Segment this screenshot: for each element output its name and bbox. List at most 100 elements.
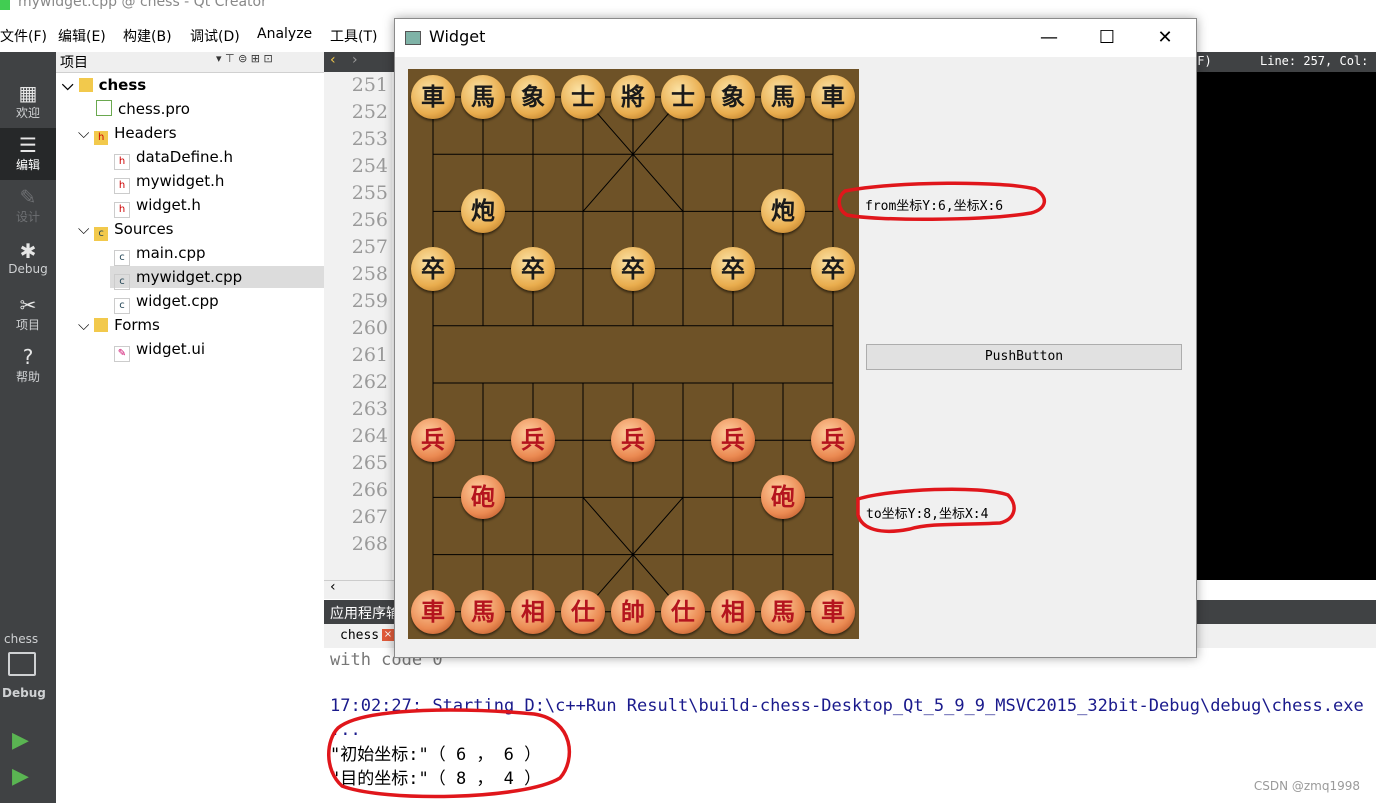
black-piece[interactable]: 象 — [511, 75, 555, 119]
help-icon: ? — [22, 345, 34, 369]
push-button[interactable]: PushButton — [866, 344, 1182, 370]
chevron-down-icon: ⌵ — [62, 76, 74, 94]
red-piece[interactable]: 兵 — [611, 418, 655, 463]
mode-help[interactable]: ? 帮助 — [0, 340, 56, 392]
red-piece[interactable]: 帥 — [611, 589, 655, 634]
red-piece[interactable]: 仕 — [661, 589, 705, 634]
black-piece[interactable]: 馬 — [461, 75, 505, 119]
tree-item-widget-cpp[interactable]: c widget.cpp — [114, 290, 219, 314]
project-panel-title: 项目 — [60, 55, 88, 71]
red-piece[interactable]: 馬 — [461, 589, 505, 634]
header-file-icon: h — [114, 154, 130, 170]
black-piece[interactable]: 卒 — [411, 246, 455, 291]
qt-logo-icon — [0, 0, 10, 10]
menu-analyze[interactable]: Analyze — [257, 26, 312, 42]
maximize-button[interactable]: ☐ — [1078, 19, 1136, 57]
tree-item-mywidget-h[interactable]: h mywidget.h — [114, 170, 224, 194]
annotation-circle-to — [856, 487, 1016, 534]
debug-run-icon[interactable]: ▶ — [12, 764, 29, 789]
mode-welcome[interactable]: ▦ 欢迎 — [0, 76, 56, 128]
close-button[interactable]: ✕ — [1136, 19, 1194, 57]
folder-icon — [94, 318, 109, 332]
window-icon — [405, 31, 421, 45]
scroll-left-icon[interactable]: ‹ — [330, 579, 336, 595]
mode-debug[interactable]: ✱ Debug — [0, 234, 56, 286]
annotation-circle-output — [327, 708, 572, 799]
tree-item-widget-h[interactable]: h widget.h — [114, 194, 201, 218]
monitor-icon[interactable] — [8, 652, 36, 676]
black-piece[interactable]: 卒 — [611, 246, 655, 291]
pro-file-icon — [96, 100, 112, 116]
line-number: 263 — [351, 398, 388, 420]
line-number: 254 — [351, 155, 388, 177]
tree-item-datadefine-h[interactable]: h dataDefine.h — [114, 146, 233, 170]
board-grid — [432, 96, 834, 613]
red-piece[interactable]: 車 — [811, 589, 855, 634]
red-piece[interactable]: 兵 — [511, 418, 555, 463]
grid-icon: ▦ — [18, 81, 38, 105]
tree-item-headers[interactable]: ⌵ h Headers — [78, 122, 177, 145]
black-piece[interactable]: 士 — [661, 75, 705, 119]
line-number: 255 — [351, 182, 388, 204]
tree-item-widget-ui[interactable]: ✎ widget.ui — [114, 338, 205, 362]
menu-edit[interactable]: 编辑(E) — [58, 26, 106, 46]
line-number: 260 — [351, 317, 388, 339]
red-piece[interactable]: 相 — [711, 589, 755, 634]
red-piece[interactable]: 車 — [411, 589, 455, 634]
project-panel-header: 项目 ▾ ⊤ ⊜ ⊞ ⊡ — [56, 52, 324, 73]
cpp-file-icon: c — [114, 250, 130, 266]
black-piece[interactable]: 士 — [561, 75, 605, 119]
red-piece[interactable]: 相 — [511, 589, 555, 634]
red-piece[interactable]: 馬 — [761, 589, 805, 634]
run-icon[interactable]: ▶ — [12, 728, 29, 753]
chevron-down-icon: ⌵ — [78, 316, 90, 334]
cursor-position[interactable]: Line: 257, Col: — [1260, 54, 1368, 68]
black-piece[interactable]: 卒 — [511, 246, 555, 291]
close-icon[interactable]: × — [382, 629, 394, 641]
tree-item-sources[interactable]: ⌵ c Sources — [78, 218, 174, 241]
black-piece[interactable]: 卒 — [711, 246, 755, 291]
red-piece[interactable]: 兵 — [711, 418, 755, 463]
tree-item-chess-pro[interactable]: chess.pro — [96, 98, 190, 120]
line-number: 259 — [351, 290, 388, 312]
tree-item-main-cpp[interactable]: c main.cpp — [114, 242, 206, 266]
qtcreator-titlebar: mywidget.cpp @ chess - Qt Creator — [0, 0, 1376, 12]
back-arrow-icon[interactable]: ‹ — [330, 52, 336, 68]
red-piece[interactable]: 兵 — [411, 418, 455, 463]
bug-icon: ✱ — [19, 239, 37, 263]
cpp-file-icon: c — [114, 298, 130, 314]
menu-build[interactable]: 构建(B) — [123, 26, 172, 46]
black-piece[interactable]: 馬 — [761, 75, 805, 119]
code-area[interactable] — [1196, 72, 1376, 580]
line-number: 262 — [351, 371, 388, 393]
line-number: 266 — [351, 479, 388, 501]
tree-item-mywidget-cpp[interactable]: c mywidget.cpp — [110, 266, 328, 290]
chess-board[interactable]: 車馬象士將士象馬車炮炮卒卒卒卒卒兵兵兵兵兵砲砲車馬相仕帥仕相馬車 — [408, 69, 859, 639]
output-tab-chess[interactable]: chess — [340, 628, 379, 643]
black-piece[interactable]: 車 — [811, 75, 855, 119]
black-piece[interactable]: 卒 — [811, 246, 855, 291]
tree-item-forms[interactable]: ⌵ Forms — [78, 314, 160, 336]
horizontal-scrollbar[interactable]: ‹ — [324, 579, 396, 599]
window-title: mywidget.cpp @ chess - Qt Creator — [18, 0, 267, 10]
header-tools-icon[interactable]: ▾ ⊤ ⊜ ⊞ ⊡ — [216, 52, 273, 65]
line-number: 261 — [351, 344, 388, 366]
menu-debug[interactable]: 调试(D) — [190, 26, 240, 46]
minimize-button[interactable]: — — [1020, 19, 1078, 57]
red-piece[interactable]: 仕 — [561, 589, 605, 634]
menu-file[interactable]: 文件(F) — [0, 26, 47, 46]
tree-item-chess[interactable]: ⌵ chess — [62, 74, 146, 96]
pencil-icon: ✎ — [19, 185, 37, 209]
mode-projects[interactable]: ✂ 项目 — [0, 288, 56, 340]
black-piece[interactable]: 車 — [411, 75, 455, 119]
mode-edit[interactable]: ☰ 编辑 — [0, 128, 56, 180]
black-piece[interactable]: 象 — [711, 75, 755, 119]
wrench-icon: ✂ — [19, 293, 37, 317]
mode-design[interactable]: ✎ 设计 — [0, 180, 56, 232]
forward-arrow-icon[interactable]: › — [352, 52, 358, 68]
black-piece[interactable]: 將 — [611, 75, 655, 119]
menu-tools[interactable]: 工具(T) — [330, 26, 377, 46]
red-piece[interactable]: 兵 — [811, 418, 855, 463]
watermark: CSDN @zmq1998 — [1253, 779, 1360, 793]
line-number: 252 — [351, 101, 388, 123]
